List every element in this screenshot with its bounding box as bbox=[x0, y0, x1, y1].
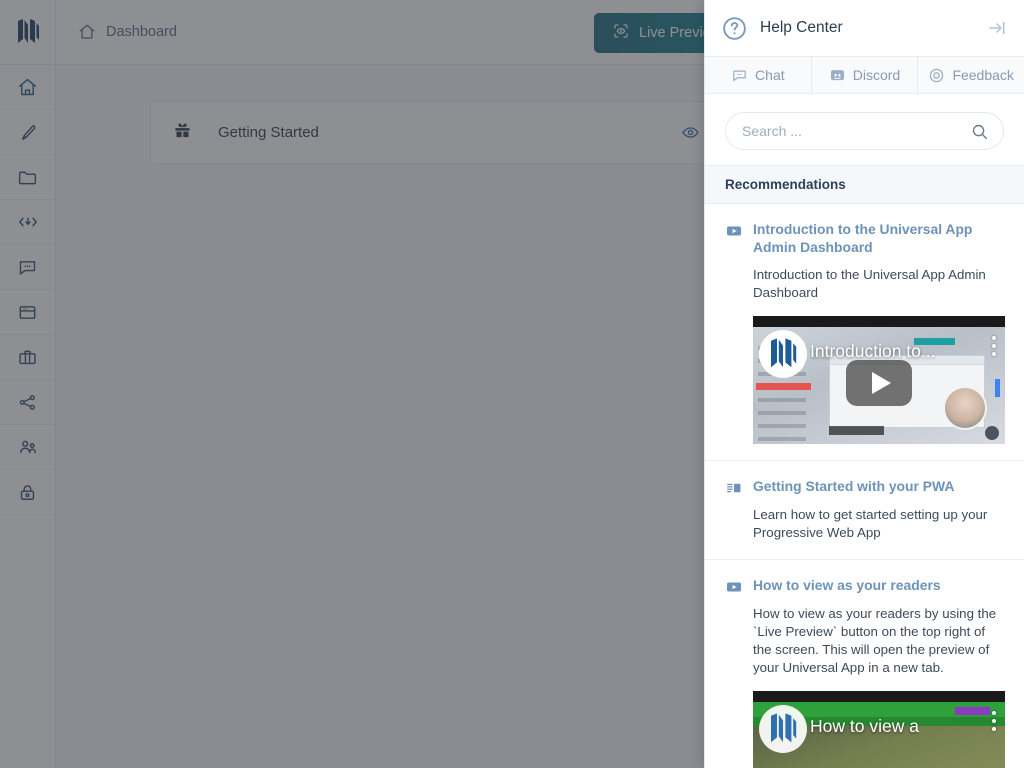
help-center-panel: Help Center Chat Discord Feedback Search… bbox=[704, 0, 1024, 768]
list-item-title[interactable]: Getting Started with your PWA bbox=[753, 477, 954, 495]
list-item-header: How to view as your readers bbox=[725, 576, 1004, 596]
video-thumbnail[interactable]: Introduction to... bbox=[753, 316, 1005, 445]
tab-label: Feedback bbox=[952, 67, 1014, 83]
list-item-header: Getting Started with your PWA bbox=[725, 477, 1004, 497]
tab-feedback[interactable]: Feedback bbox=[918, 57, 1024, 94]
page-title: Help Center bbox=[760, 19, 843, 36]
list-item-title[interactable]: How to view as your readers bbox=[753, 576, 941, 594]
thumbnail-image: Introduction to... bbox=[753, 316, 1005, 445]
search-box[interactable] bbox=[725, 112, 1004, 150]
tab-label: Discord bbox=[852, 67, 901, 83]
target-circle-icon bbox=[928, 67, 945, 84]
screen: Dashboard Live Preview bbox=[0, 0, 1024, 768]
video-play-icon bbox=[725, 578, 743, 596]
thumbnail-title: How to view a bbox=[810, 716, 919, 737]
question-circle-icon bbox=[721, 15, 748, 42]
help-center-header: Help Center bbox=[705, 0, 1024, 56]
kebab-menu-icon[interactable] bbox=[992, 336, 996, 357]
universal-app-logo bbox=[759, 330, 807, 379]
list-item[interactable]: How to view as your readers How to view … bbox=[705, 560, 1024, 768]
list-item-description: How to view as your readers by using the… bbox=[753, 605, 997, 676]
thumbnail-image: How to view a bbox=[753, 691, 1005, 768]
list-item-description: Introduction to the Universal App Admin … bbox=[753, 266, 986, 300]
modal-backdrop[interactable] bbox=[0, 0, 704, 768]
article-icon bbox=[725, 479, 743, 497]
presenter-avatar bbox=[943, 386, 987, 431]
list-item[interactable]: Getting Started with your PWA Learn how … bbox=[705, 461, 1024, 560]
tab-label: Chat bbox=[755, 67, 785, 83]
list-item-header: Introduction to the Universal App Admin … bbox=[725, 220, 1004, 257]
video-play-icon bbox=[725, 222, 743, 240]
help-center-tabs: Chat Discord Feedback bbox=[705, 56, 1024, 94]
list-item-description: Learn how to get started setting up your… bbox=[753, 507, 988, 541]
tab-chat[interactable]: Chat bbox=[705, 57, 812, 94]
list-item[interactable]: Introduction to the Universal App Admin … bbox=[705, 204, 1024, 462]
help-bubble-icon bbox=[985, 426, 999, 441]
search-area bbox=[705, 94, 1024, 165]
tab-discord[interactable]: Discord bbox=[811, 57, 919, 94]
universal-app-logo bbox=[759, 705, 807, 754]
recommendations-list: Introduction to the Universal App Admin … bbox=[705, 204, 1024, 768]
kebab-menu-icon[interactable] bbox=[992, 711, 996, 732]
recommendations-heading: Recommendations bbox=[705, 165, 1024, 204]
search-input[interactable] bbox=[742, 123, 970, 139]
list-item-title[interactable]: Introduction to the Universal App Admin … bbox=[753, 220, 1004, 257]
youtube-play-icon[interactable] bbox=[846, 359, 912, 406]
video-thumbnail[interactable]: How to view a bbox=[753, 691, 1005, 768]
collapse-right-icon[interactable] bbox=[983, 14, 1011, 42]
discord-icon bbox=[829, 67, 846, 84]
search-icon[interactable] bbox=[970, 122, 989, 141]
chat-bubble-icon bbox=[731, 67, 748, 84]
